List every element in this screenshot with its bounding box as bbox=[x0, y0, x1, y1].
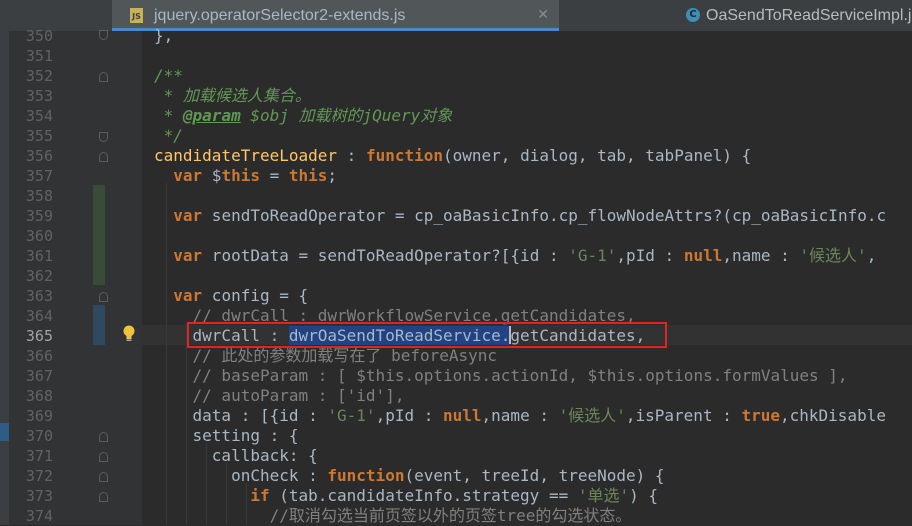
code-text[interactable]: }, bbox=[154, 26, 173, 46]
code-line: 372 onCheck : function(event, treeId, tr… bbox=[0, 466, 912, 486]
annotation-highlight-box bbox=[187, 322, 667, 348]
code-line: 359 var sendToReadOperator = cp_oaBasicI… bbox=[0, 206, 912, 226]
line-number: 364 bbox=[25, 307, 53, 325]
code-text[interactable]: var config = { bbox=[154, 286, 308, 306]
code-text[interactable]: // baseParam : [ $this.options.actionId,… bbox=[154, 366, 848, 386]
code-text[interactable]: setting : { bbox=[154, 426, 299, 446]
code-line: 362 bbox=[0, 266, 912, 286]
code-line: 356 candidateTreeLoader : function(owner… bbox=[0, 146, 912, 166]
code-line: 350 }, bbox=[0, 26, 912, 46]
code-text[interactable]: var $this = this; bbox=[154, 166, 337, 186]
code-line: 358 bbox=[0, 186, 912, 206]
line-number: 368 bbox=[25, 387, 53, 405]
java-class-icon: C bbox=[686, 8, 700, 22]
code-line: 360 bbox=[0, 226, 912, 246]
line-number: 360 bbox=[25, 227, 53, 245]
line-number: 356 bbox=[25, 147, 53, 165]
code-text[interactable]: //取消勾选当前页签以外的页签tree的勾选状态。 bbox=[154, 506, 632, 526]
code-text[interactable]: */ bbox=[154, 126, 183, 146]
code-text[interactable]: * 加载候选人集合。 bbox=[154, 86, 311, 106]
line-number: 374 bbox=[25, 507, 53, 525]
code-text[interactable]: if (tab.candidateInfo.strategy == '单选') … bbox=[154, 486, 658, 506]
code-text[interactable]: /** bbox=[154, 66, 183, 86]
code-line: 373 if (tab.candidateInfo.strategy == '单… bbox=[0, 486, 912, 506]
code-line: 357 var $this = this; bbox=[0, 166, 912, 186]
code-line: 367 // baseParam : [ $this.options.actio… bbox=[0, 366, 912, 386]
line-number: 367 bbox=[25, 367, 53, 385]
line-number: 357 bbox=[25, 167, 53, 185]
line-number: 369 bbox=[25, 407, 53, 425]
line-number: 358 bbox=[25, 187, 53, 205]
line-number: 359 bbox=[25, 207, 53, 225]
code-text[interactable]: var sendToReadOperator = cp_oaBasicInfo.… bbox=[154, 206, 886, 226]
code-line: 353 * 加载候选人集合。 bbox=[0, 86, 912, 106]
line-number: 351 bbox=[25, 47, 53, 65]
code-text[interactable]: onCheck : function(event, treeId, treeNo… bbox=[154, 466, 664, 486]
line-number: 362 bbox=[25, 267, 53, 285]
code-line: 368 // autoParam : ['id'], bbox=[0, 386, 912, 406]
line-number: 352 bbox=[25, 67, 53, 85]
line-number: 371 bbox=[25, 447, 53, 465]
code-line: 370 setting : { bbox=[0, 426, 912, 446]
line-number: 363 bbox=[25, 287, 53, 305]
code-text[interactable]: callback: { bbox=[154, 446, 318, 466]
code-line: 366 // 此处的参数加载写在了 beforeAsync bbox=[0, 346, 912, 366]
code-text[interactable]: var rootData = sendToReadOperator?[{id :… bbox=[154, 246, 876, 266]
line-number: 355 bbox=[25, 127, 53, 145]
code-line: 355 */ bbox=[0, 126, 912, 146]
code-line: 374 //取消勾选当前页签以外的页签tree的勾选状态。 bbox=[0, 506, 912, 526]
code-text[interactable]: // 此处的参数加载写在了 beforeAsync bbox=[154, 346, 498, 366]
code-text[interactable]: data : [{id : 'G-1',pId : null,name : '候… bbox=[154, 406, 886, 426]
line-number: 353 bbox=[25, 87, 53, 105]
code-line: 361 var rootData = sendToReadOperator?[{… bbox=[0, 246, 912, 266]
line-number: 366 bbox=[25, 347, 53, 365]
line-number: 361 bbox=[25, 247, 53, 265]
line-number: 370 bbox=[25, 427, 53, 445]
line-number: 350 bbox=[25, 27, 53, 45]
code-text[interactable]: * @param $obj 加载树的jQuery对象 bbox=[154, 106, 453, 126]
code-line: 369 data : [{id : 'G-1',pId : null,name … bbox=[0, 406, 912, 426]
code-text[interactable]: candidateTreeLoader : function(owner, di… bbox=[154, 146, 751, 166]
line-number: 373 bbox=[25, 487, 53, 505]
code-line: 371 callback: { bbox=[0, 446, 912, 466]
code-line: 351 bbox=[0, 46, 912, 66]
code-line: 354 * @param $obj 加载树的jQuery对象 bbox=[0, 106, 912, 126]
code-line: 352 /** bbox=[0, 66, 912, 86]
line-number: 354 bbox=[25, 107, 53, 125]
js-file-icon: JS bbox=[130, 8, 143, 23]
code-text[interactable]: // autoParam : ['id'], bbox=[154, 386, 405, 406]
code-line: 363 var config = { bbox=[0, 286, 912, 306]
line-number: 365 bbox=[25, 327, 53, 345]
line-number: 372 bbox=[25, 467, 53, 485]
